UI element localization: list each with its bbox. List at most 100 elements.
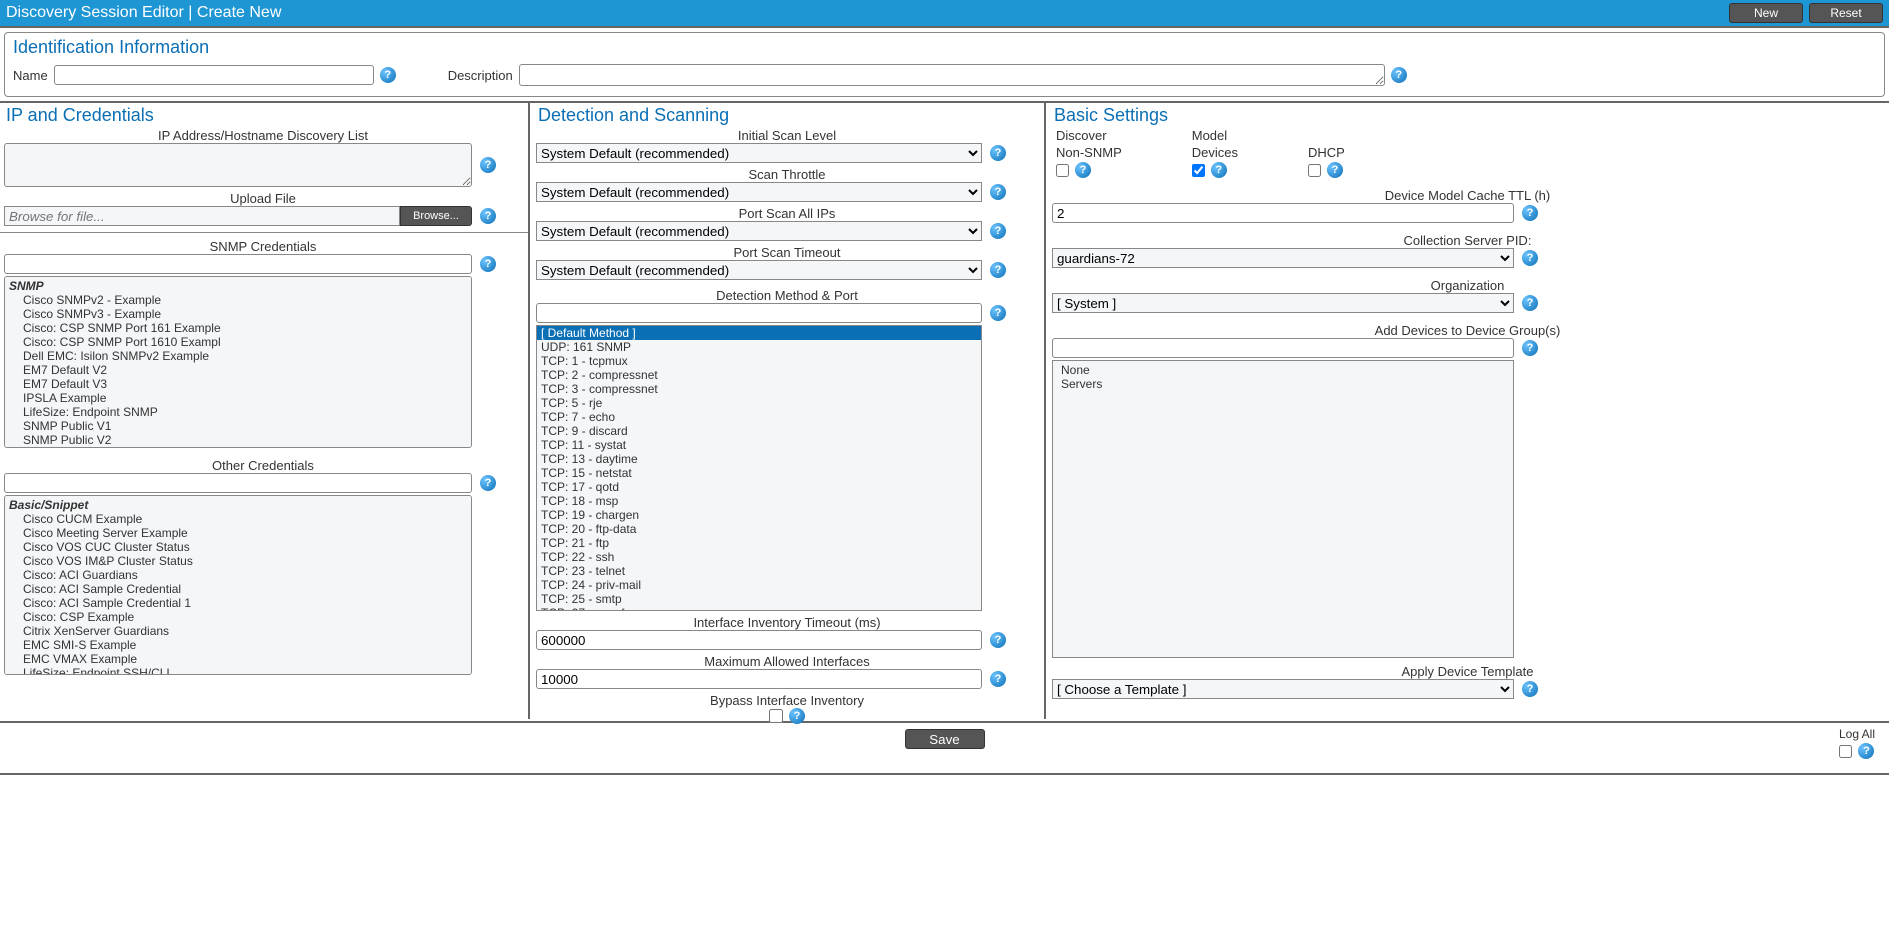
- detection-method-search[interactable]: [536, 303, 982, 323]
- help-icon[interactable]: ?: [990, 223, 1006, 239]
- help-icon[interactable]: ?: [789, 708, 805, 724]
- list-item[interactable]: TCP: 22 - ssh: [537, 550, 981, 564]
- list-item[interactable]: TCP: 9 - discard: [537, 424, 981, 438]
- max-interfaces-input[interactable]: [536, 669, 982, 689]
- list-item[interactable]: Cisco: ACI Sample Credential: [9, 582, 467, 596]
- help-icon[interactable]: ?: [1075, 162, 1091, 178]
- list-item[interactable]: TCP: 23 - telnet: [537, 564, 981, 578]
- list-item[interactable]: TCP: 19 - chargen: [537, 508, 981, 522]
- model-devices-checkbox[interactable]: [1192, 164, 1205, 177]
- other-credentials-list[interactable]: Basic/Snippet Cisco CUCM ExampleCisco Me…: [4, 495, 472, 675]
- organization-select[interactable]: [ System ]: [1052, 293, 1514, 313]
- list-item[interactable]: EM7 Default V2: [9, 363, 467, 377]
- help-icon[interactable]: ?: [990, 671, 1006, 687]
- collector-pid-select[interactable]: guardians-72: [1052, 248, 1514, 268]
- help-icon[interactable]: ?: [990, 145, 1006, 161]
- device-groups-list[interactable]: NoneServers: [1052, 360, 1514, 658]
- list-item[interactable]: Cisco: ACI Guardians: [9, 568, 467, 582]
- list-item[interactable]: Cisco CUCM Example: [9, 512, 467, 526]
- port-scan-timeout-select[interactable]: System Default (recommended): [536, 260, 982, 280]
- list-item[interactable]: TCP: 3 - compressnet: [537, 382, 981, 396]
- help-icon[interactable]: ?: [380, 67, 396, 83]
- list-item[interactable]: EM7 Default V3: [9, 377, 467, 391]
- list-item[interactable]: Cisco Meeting Server Example: [9, 526, 467, 540]
- help-icon[interactable]: ?: [480, 475, 496, 491]
- save-button[interactable]: Save: [905, 729, 985, 749]
- list-item[interactable]: Cisco SNMPv2 - Example: [9, 293, 467, 307]
- help-icon[interactable]: ?: [990, 632, 1006, 648]
- list-item[interactable]: TCP: 1 - tcpmux: [537, 354, 981, 368]
- help-icon[interactable]: ?: [480, 208, 496, 224]
- list-item[interactable]: TCP: 18 - msp: [537, 494, 981, 508]
- list-item[interactable]: Cisco VOS CUC Cluster Status: [9, 540, 467, 554]
- reset-button[interactable]: Reset: [1809, 3, 1883, 23]
- list-item[interactable]: UDP: 161 SNMP: [537, 340, 981, 354]
- list-item[interactable]: Cisco: CSP SNMP Port 1610 Exampl: [9, 335, 467, 349]
- cache-ttl-input[interactable]: [1052, 203, 1514, 223]
- help-icon[interactable]: ?: [990, 262, 1006, 278]
- help-icon[interactable]: ?: [1327, 162, 1343, 178]
- name-input[interactable]: [54, 65, 374, 85]
- list-item[interactable]: SNMP Public V1: [9, 419, 467, 433]
- dhcp-checkbox[interactable]: [1308, 164, 1321, 177]
- list-item[interactable]: TCP: 7 - echo: [537, 410, 981, 424]
- list-item[interactable]: TCP: 25 - smtp: [537, 592, 981, 606]
- list-item[interactable]: TCP: 2 - compressnet: [537, 368, 981, 382]
- snmp-credentials-list[interactable]: SNMP Cisco SNMPv2 - ExampleCisco SNMPv3 …: [4, 276, 472, 448]
- device-groups-search[interactable]: [1052, 338, 1514, 358]
- list-item[interactable]: Servers: [1057, 377, 1509, 391]
- snmp-search-input[interactable]: [4, 254, 472, 274]
- list-item[interactable]: SNMP Public V2: [9, 433, 467, 447]
- help-icon[interactable]: ?: [1522, 205, 1538, 221]
- scan-throttle-select[interactable]: System Default (recommended): [536, 182, 982, 202]
- ip-list-input[interactable]: [4, 143, 472, 187]
- help-icon[interactable]: ?: [1391, 67, 1407, 83]
- upload-file-input[interactable]: [4, 206, 400, 226]
- initial-scan-level-select[interactable]: System Default (recommended): [536, 143, 982, 163]
- detection-method-list[interactable]: [ Default Method ] UDP: 161 SNMPTCP: 1 -…: [536, 325, 982, 611]
- help-icon[interactable]: ?: [480, 256, 496, 272]
- list-item[interactable]: Cisco VOS IM&P Cluster Status: [9, 554, 467, 568]
- list-item[interactable]: TCP: 5 - rje: [537, 396, 981, 410]
- list-item[interactable]: LifeSize: Endpoint SSH/CLI: [9, 666, 467, 675]
- list-item[interactable]: Cisco SNMPv3 - Example: [9, 307, 467, 321]
- bypass-inventory-checkbox[interactable]: [769, 709, 783, 723]
- help-icon[interactable]: ?: [1522, 250, 1538, 266]
- list-item[interactable]: TCP: 27 - nsw-fe: [537, 606, 981, 611]
- browse-button[interactable]: Browse...: [400, 206, 472, 226]
- list-item[interactable]: TCP: 17 - qotd: [537, 480, 981, 494]
- help-icon[interactable]: ?: [1522, 295, 1538, 311]
- log-all-checkbox[interactable]: [1839, 745, 1852, 758]
- help-icon[interactable]: ?: [1522, 340, 1538, 356]
- list-item[interactable]: Citrix XenServer Guardians: [9, 624, 467, 638]
- list-item[interactable]: LifeSize: Endpoint SNMP: [9, 405, 467, 419]
- detection-selected-item[interactable]: [ Default Method ]: [537, 326, 981, 340]
- help-icon[interactable]: ?: [1211, 162, 1227, 178]
- device-template-select[interactable]: [ Choose a Template ]: [1052, 679, 1514, 699]
- list-item[interactable]: EMC SMI-S Example: [9, 638, 467, 652]
- list-item[interactable]: Cisco: CSP SNMP Port 161 Example: [9, 321, 467, 335]
- list-item[interactable]: TCP: 21 - ftp: [537, 536, 981, 550]
- list-item[interactable]: TCP: 24 - priv-mail: [537, 578, 981, 592]
- list-item[interactable]: Cisco: ACI Sample Credential 1: [9, 596, 467, 610]
- description-input[interactable]: [519, 64, 1385, 86]
- help-icon[interactable]: ?: [480, 157, 496, 173]
- list-item[interactable]: None: [1057, 363, 1509, 377]
- list-item[interactable]: Dell EMC: Isilon SNMPv2 Example: [9, 349, 467, 363]
- help-icon[interactable]: ?: [990, 305, 1006, 321]
- help-icon[interactable]: ?: [1858, 743, 1874, 759]
- list-item[interactable]: EMC VMAX Example: [9, 652, 467, 666]
- list-item[interactable]: TCP: 11 - systat: [537, 438, 981, 452]
- help-icon[interactable]: ?: [990, 184, 1006, 200]
- list-item[interactable]: TCP: 15 - netstat: [537, 466, 981, 480]
- list-item[interactable]: TCP: 20 - ftp-data: [537, 522, 981, 536]
- list-item[interactable]: Cisco: CSP Example: [9, 610, 467, 624]
- discover-non-snmp-checkbox[interactable]: [1056, 164, 1069, 177]
- port-scan-all-select[interactable]: System Default (recommended): [536, 221, 982, 241]
- interface-timeout-input[interactable]: [536, 630, 982, 650]
- other-search-input[interactable]: [4, 473, 472, 493]
- help-icon[interactable]: ?: [1522, 681, 1538, 697]
- list-item[interactable]: TCP: 13 - daytime: [537, 452, 981, 466]
- list-item[interactable]: IPSLA Example: [9, 391, 467, 405]
- new-button[interactable]: New: [1729, 3, 1803, 23]
